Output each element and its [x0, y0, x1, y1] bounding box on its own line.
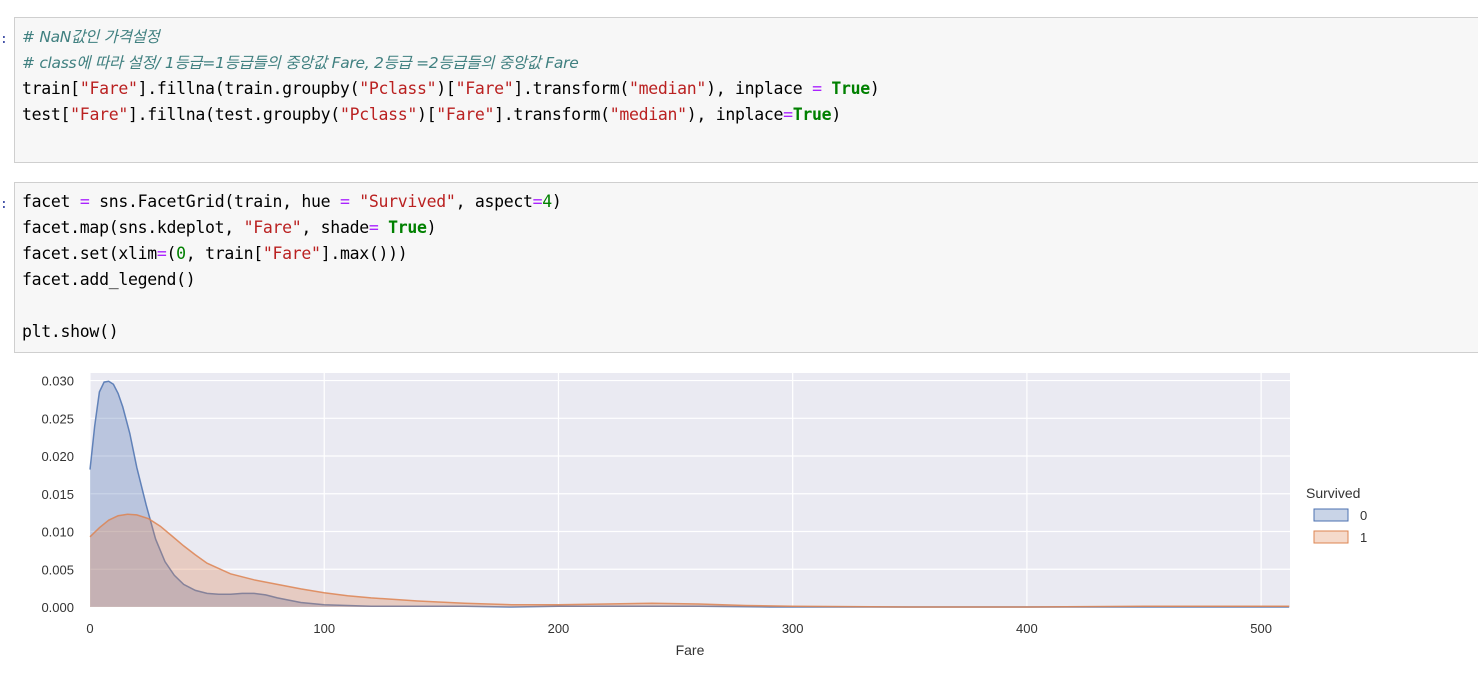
code-token: )	[869, 79, 880, 98]
cell-output-area: 0.000 0.005 0.010 0.015 0.020 0.025 0.030 0 100…	[14, 360, 1478, 670]
cell-prompt-marker: :	[0, 32, 8, 47]
code-token: facet.map(sns.kdeplot,	[22, 218, 244, 237]
code-token: "Fare"	[436, 105, 495, 124]
code-token: ].transform(	[494, 105, 610, 124]
cell-prompt-marker: :	[0, 197, 8, 212]
code-token: ].fillna(train.groupby(	[137, 79, 360, 98]
y-tick-label: 0.005	[41, 562, 74, 577]
code-cell-fare-fillna[interactable]: # NaN값인 가격설정 # class에 따라 설정/ 1등급=1등급들의 중앙…	[14, 17, 1478, 163]
code-token: 4	[542, 192, 552, 211]
code-token: ].fillna(test.groupby(	[127, 105, 340, 124]
code-token: facet.set(xlim	[22, 244, 157, 263]
code-token: =	[783, 105, 793, 124]
code-token: , aspect	[455, 192, 533, 211]
code-token: =	[79, 192, 90, 211]
code-token: 0	[176, 244, 186, 263]
code-token: # class에 따라 설정/ 1등급=1등급들의 중앙값 Fare, 2등급 …	[22, 54, 579, 72]
y-tick-label: 0.010	[41, 525, 74, 540]
code-cell-facetgrid[interactable]: facet = sns.FacetGrid(train, hue = "Surv…	[14, 182, 1478, 353]
code-token: ].max()))	[320, 244, 408, 263]
y-tick-label: 0.030	[41, 374, 74, 389]
code-token: )	[426, 218, 437, 237]
code-token: ), inplace	[686, 105, 784, 124]
legend-swatch	[1313, 530, 1349, 544]
x-tick-label: 500	[1250, 621, 1272, 636]
code-token: )[	[417, 105, 437, 124]
code-token: =	[812, 79, 822, 98]
code-token: # NaN값인 가격설정	[22, 28, 160, 46]
code-line: # NaN값인 가격설정	[22, 24, 880, 50]
x-tick-label: 400	[1016, 621, 1038, 636]
code-editor[interactable]: facet = sns.FacetGrid(train, hue = "Surv…	[22, 189, 562, 345]
code-token: (	[166, 244, 177, 263]
y-tick-label: 0.015	[41, 487, 74, 502]
code-token: )	[551, 192, 562, 211]
x-axis: 0 100 200 300 400 500	[86, 621, 1272, 636]
y-tick-label: 0.000	[41, 600, 74, 615]
code-token: =	[339, 192, 350, 211]
code-line: facet.set(xlim=(0, train["Fare"].max()))	[22, 241, 562, 267]
legend-label: 1	[1360, 530, 1367, 545]
code-token: True	[388, 218, 427, 237]
plot-background	[90, 373, 1290, 607]
code-token: "median"	[629, 79, 707, 98]
code-token: , train[	[185, 244, 263, 263]
code-token: "Fare"	[455, 79, 514, 98]
legend: Survived 0 1	[1306, 485, 1367, 545]
code-token: ].transform(	[513, 79, 629, 98]
code-token: "Fare"	[70, 105, 128, 124]
code-token: )	[831, 105, 841, 124]
code-token: "Fare"	[79, 79, 138, 98]
code-token: )[	[436, 79, 456, 98]
code-token: =	[532, 192, 543, 211]
y-tick-label: 0.025	[41, 411, 74, 426]
code-token: facet	[22, 192, 80, 211]
code-token: ), inplace	[706, 79, 813, 98]
code-token: "Pclass"	[339, 105, 418, 124]
x-axis-label: Fare	[676, 642, 705, 658]
code-token: True	[792, 105, 832, 124]
code-editor[interactable]: # NaN값인 가격설정 # class에 따라 설정/ 1등급=1등급들의 중앙…	[22, 24, 880, 128]
code-line: facet = sns.FacetGrid(train, hue = "Surv…	[22, 189, 562, 215]
code-line: plt.show()	[22, 319, 562, 345]
code-token: test[	[22, 105, 71, 124]
x-tick-label: 200	[548, 621, 570, 636]
code-token: train[	[22, 79, 80, 98]
code-token: True	[831, 79, 870, 98]
x-tick-label: 100	[313, 621, 335, 636]
code-token: , shade	[301, 218, 369, 237]
x-tick-label: 0	[86, 621, 93, 636]
code-line: train["Fare"].fillna(train.groupby("Pcla…	[22, 76, 880, 102]
code-token: facet.add_legend()	[22, 270, 196, 289]
y-axis: 0.000 0.005 0.010 0.015 0.020 0.025 0.030	[41, 374, 74, 615]
code-token: sns.FacetGrid(train, hue	[89, 192, 340, 211]
legend-title: Survived	[1306, 485, 1360, 501]
code-token: "Survived"	[359, 192, 456, 211]
y-tick-label: 0.020	[41, 449, 74, 464]
code-token: "Fare"	[262, 244, 321, 263]
code-line: facet.add_legend()	[22, 267, 562, 293]
code-token: "Pclass"	[359, 79, 437, 98]
code-token: plt.show()	[22, 322, 119, 341]
code-line: # class에 따라 설정/ 1등급=1등급들의 중앙값 Fare, 2등급 …	[22, 50, 880, 76]
legend-label: 0	[1360, 508, 1367, 523]
code-line: test["Fare"].fillna(test.groupby("Pclass…	[22, 102, 880, 128]
code-token: "median"	[609, 105, 687, 124]
legend-swatch	[1313, 508, 1349, 522]
code-line: facet.map(sns.kdeplot, "Fare", shade= Tr…	[22, 215, 562, 241]
kde-chart: 0.0000.0050.0100.0150.0200.0250.030 0 100…	[41, 373, 1367, 658]
code-token: "Fare"	[243, 218, 302, 237]
code-token: =	[156, 244, 167, 263]
x-tick-label: 300	[782, 621, 804, 636]
